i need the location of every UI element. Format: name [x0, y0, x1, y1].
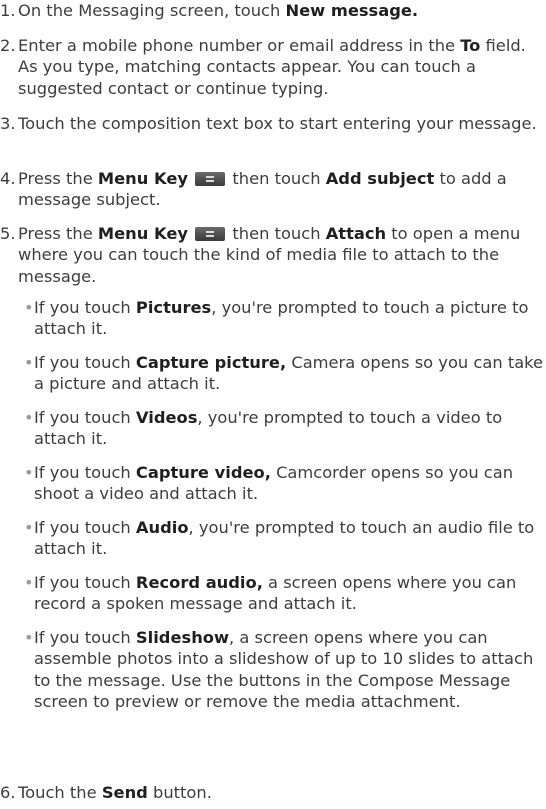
bullet-text: If you touch Record audio, a screen open… [34, 573, 517, 614]
step-number: 1. [0, 1, 16, 20]
bullet-item: • If you touch Capture video, Camcorder … [24, 462, 544, 505]
bullet-text: If you touch Capture video, Camcorder op… [34, 463, 514, 504]
ui-term: New message. [285, 1, 419, 20]
bullet-icon: • [24, 353, 34, 372]
step-6: 6. Touch the Send button. [0, 782, 540, 803]
bullet-text: If you touch Pictures, you're prompted t… [34, 298, 529, 339]
step-number: 2. [0, 36, 16, 55]
ui-term: Slideshow [135, 628, 230, 647]
menu-key-icon [195, 172, 226, 186]
ui-term: Record audio, [135, 573, 263, 592]
bullet-icon: • [24, 573, 34, 592]
ui-term: Audio [135, 518, 189, 537]
ui-term: Add subject [325, 169, 435, 188]
bullet-icon: • [24, 628, 34, 647]
bullet-icon: • [24, 518, 34, 537]
step-number: 5. [0, 224, 16, 243]
step-text: Press the Menu Key then touch Attach to … [18, 224, 521, 286]
step-number: 3. [0, 114, 16, 133]
bullet-item: • If you touch Videos, you're prompted t… [24, 407, 544, 450]
bullet-item: • If you touch Audio, you're prompted to… [24, 517, 544, 560]
bullet-icon: • [24, 408, 34, 427]
step-3: 3. Touch the composition text box to sta… [0, 113, 540, 134]
ui-term: Capture picture, [135, 353, 287, 372]
step-text: Press the Menu Key then touch Add subjec… [18, 169, 507, 210]
bullet-item: • If you touch Record audio, a screen op… [24, 572, 544, 615]
step-4: 4. Press the Menu Key then touch Add sub… [0, 168, 540, 211]
step-text: Touch the composition text box to start … [18, 114, 537, 133]
ui-term: Videos [135, 408, 198, 427]
bullet-text: If you touch Capture picture, Camera ope… [34, 353, 544, 394]
step-5: 5. Press the Menu Key then touch Attach … [0, 223, 540, 287]
bullet-text: If you touch Slideshow, a screen opens w… [34, 628, 534, 712]
bullet-icon: • [24, 298, 34, 317]
bullet-item: • If you touch Slideshow, a screen opens… [24, 627, 544, 713]
step-number: 6. [0, 783, 16, 802]
ui-term: Send [101, 783, 148, 802]
step-text: Enter a mobile phone number or email add… [18, 36, 526, 98]
ui-term: To [460, 36, 481, 55]
bullet-item: • If you touch Capture picture, Camera o… [24, 352, 544, 395]
step-2: 2. Enter a mobile phone number or email … [0, 35, 540, 99]
bullet-icon: • [24, 463, 34, 482]
ui-term: Menu Key [97, 224, 189, 243]
ui-term: Menu Key [97, 169, 189, 188]
bullet-text: If you touch Audio, you're prompted to t… [34, 518, 535, 559]
bullet-item: • If you touch Pictures, you're prompted… [24, 297, 544, 340]
bullet-text: If you touch Videos, you're prompted to … [34, 408, 503, 449]
ui-term: Attach [325, 224, 387, 243]
ui-term: Capture video, [135, 463, 271, 482]
menu-key-icon [195, 227, 226, 241]
step-text: On the Messaging screen, touch New messa… [18, 1, 419, 20]
step-number: 4. [0, 169, 16, 188]
step-text: Touch the Send button. [18, 783, 212, 802]
step-1: 1. On the Messaging screen, touch New me… [0, 0, 540, 21]
ui-term: Pictures [135, 298, 212, 317]
